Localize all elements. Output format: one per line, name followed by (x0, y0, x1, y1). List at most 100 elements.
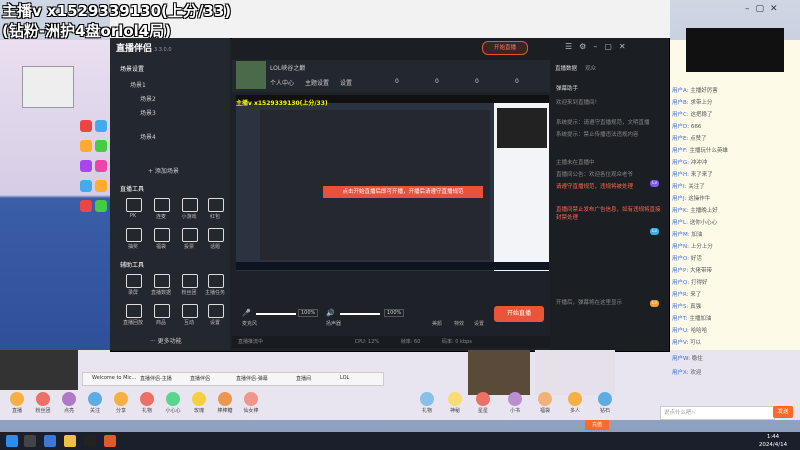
gift-icon[interactable] (538, 392, 552, 406)
chat-user[interactable]: 用户W (672, 356, 688, 362)
browser-window-controls[interactable]: –▢✕ (745, 4, 795, 14)
live-app-icon[interactable] (104, 435, 116, 447)
chat-user[interactable]: 用户K (672, 208, 687, 214)
room-title[interactable]: LOL峡谷之巅 (270, 63, 305, 72)
scene-item[interactable]: 场景1 (130, 80, 146, 89)
gift-icon[interactable] (114, 392, 128, 406)
chat-user[interactable]: 用户H (672, 172, 687, 178)
chat-user[interactable]: 用户I (672, 184, 685, 190)
chat-user[interactable]: 用户D (672, 124, 687, 130)
chat-text: 主播加油 (689, 316, 712, 322)
chat-user[interactable]: 用户R (672, 292, 687, 298)
windows-taskbar (0, 432, 800, 450)
chat-input[interactable]: 说点什么吧~ (660, 406, 775, 420)
app-icon[interactable] (84, 435, 96, 447)
tool-label: 录屏 (127, 290, 138, 296)
gift-icon[interactable] (448, 392, 462, 406)
header-item-settings[interactable]: 设置 (340, 78, 352, 87)
mic-icon[interactable]: 🎤 (242, 309, 251, 317)
chat-user[interactable]: 用户P (672, 268, 686, 274)
gift-icon[interactable] (166, 392, 180, 406)
scene-item[interactable]: 场景3 (140, 108, 156, 117)
edge-icon[interactable] (44, 435, 56, 447)
lucky-bag-icon[interactable] (154, 228, 170, 242)
chat-user[interactable]: 用户M (672, 232, 688, 238)
search-icon[interactable] (24, 435, 36, 447)
taskbar-tab[interactable]: LOL (340, 375, 349, 381)
chat-user[interactable]: 用户E (672, 136, 686, 142)
chat-user[interactable]: 用户N (672, 244, 687, 250)
gift-icon[interactable] (420, 392, 434, 406)
gift-icon[interactable] (598, 392, 612, 406)
gift-icon[interactable] (508, 392, 522, 406)
recharge-button[interactable]: 充值 (585, 420, 609, 430)
pk-icon[interactable] (126, 198, 142, 212)
scene-item[interactable]: 场景2 (140, 94, 156, 103)
chat-user[interactable]: 用户A (672, 88, 687, 94)
chat-user[interactable]: 用户S (672, 304, 687, 310)
chat-user[interactable]: 用户T (672, 316, 686, 322)
chat-user[interactable]: 用户V (672, 340, 686, 346)
taskbar-tab[interactable]: 直播伴侣 (190, 375, 210, 382)
gift-icon[interactable] (140, 392, 154, 406)
add-scene-button[interactable]: + 添加场景 (148, 166, 179, 175)
taskbar-tab[interactable]: 直播伴侣-弹幕 (236, 375, 268, 382)
chat-user[interactable]: 用户J (672, 196, 685, 202)
gift-icon[interactable] (476, 392, 490, 406)
replay-icon[interactable] (126, 304, 142, 318)
header-item-profile[interactable]: 个人中心 (270, 78, 294, 87)
chat-user[interactable]: 用户C (672, 112, 687, 118)
controls-settings-button[interactable]: 设置 (474, 320, 484, 327)
game-icon[interactable] (182, 198, 198, 212)
gift-icon[interactable] (568, 392, 582, 406)
data-icon[interactable] (154, 274, 170, 288)
more-features-link[interactable]: ··· 更多功能 (150, 336, 182, 345)
mic-volume-slider[interactable] (256, 313, 296, 315)
chat-user[interactable]: 用户O (672, 256, 687, 262)
gift-icon[interactable] (192, 392, 206, 406)
start-live-button[interactable]: 开始直播 (494, 306, 544, 322)
chat-user[interactable]: 用户B (672, 100, 687, 106)
gift-icon[interactable] (244, 392, 258, 406)
record-icon[interactable] (126, 274, 142, 288)
red-packet-icon[interactable] (208, 198, 224, 212)
gift-icon[interactable] (62, 392, 76, 406)
chat-user[interactable]: 用户X (672, 370, 687, 376)
chat-user[interactable]: 用户F (672, 148, 686, 154)
header-item-theme[interactable]: 主题设置 (305, 78, 329, 87)
vote-icon[interactable] (182, 228, 198, 242)
chat-user[interactable]: 用户G (672, 160, 687, 166)
start-live-small-button[interactable]: 开始直播 (482, 41, 528, 55)
tab-live-data[interactable]: 直播数据 (555, 64, 577, 72)
beauty-button[interactable]: 美颜 (432, 320, 442, 327)
topic-icon[interactable] (208, 228, 224, 242)
taskbar-tab[interactable]: 直播伴侣-主播 (140, 375, 172, 382)
app-window-controls[interactable]: ☰⚙–▢✕ (565, 42, 665, 52)
tab-audience[interactable]: 观众 (585, 64, 596, 72)
speaker-volume-slider[interactable] (340, 313, 380, 315)
clock[interactable]: 1:44 2024/4/14 (748, 433, 798, 449)
chat-user[interactable]: 用户L (672, 220, 686, 226)
task-icon[interactable] (208, 274, 224, 288)
start-icon[interactable] (6, 435, 18, 447)
effects-button[interactable]: 特效 (454, 320, 464, 327)
gift-icon[interactable] (36, 392, 50, 406)
shop-icon[interactable] (154, 304, 170, 318)
settings-icon[interactable] (208, 304, 224, 318)
send-button[interactable]: 发送 (773, 406, 793, 418)
speaker-icon[interactable]: 🔊 (326, 309, 335, 317)
lottery-icon[interactable] (126, 228, 142, 242)
taskbar-tab[interactable]: Welcome to Mic... (92, 375, 136, 381)
room-thumbnail[interactable] (236, 61, 266, 89)
link-mic-icon[interactable] (154, 198, 170, 212)
fans-icon[interactable] (182, 274, 198, 288)
taskbar-tab[interactable]: 直播间 (296, 375, 311, 382)
interact-icon[interactable] (182, 304, 198, 318)
chat-user[interactable]: 用户Q (672, 280, 687, 286)
scene-item[interactable]: 场景4 (140, 132, 156, 141)
gift-icon[interactable] (218, 392, 232, 406)
folder-icon[interactable] (64, 435, 76, 447)
gift-icon[interactable] (10, 392, 24, 406)
chat-user[interactable]: 用户U (672, 328, 687, 334)
gift-icon[interactable] (88, 392, 102, 406)
